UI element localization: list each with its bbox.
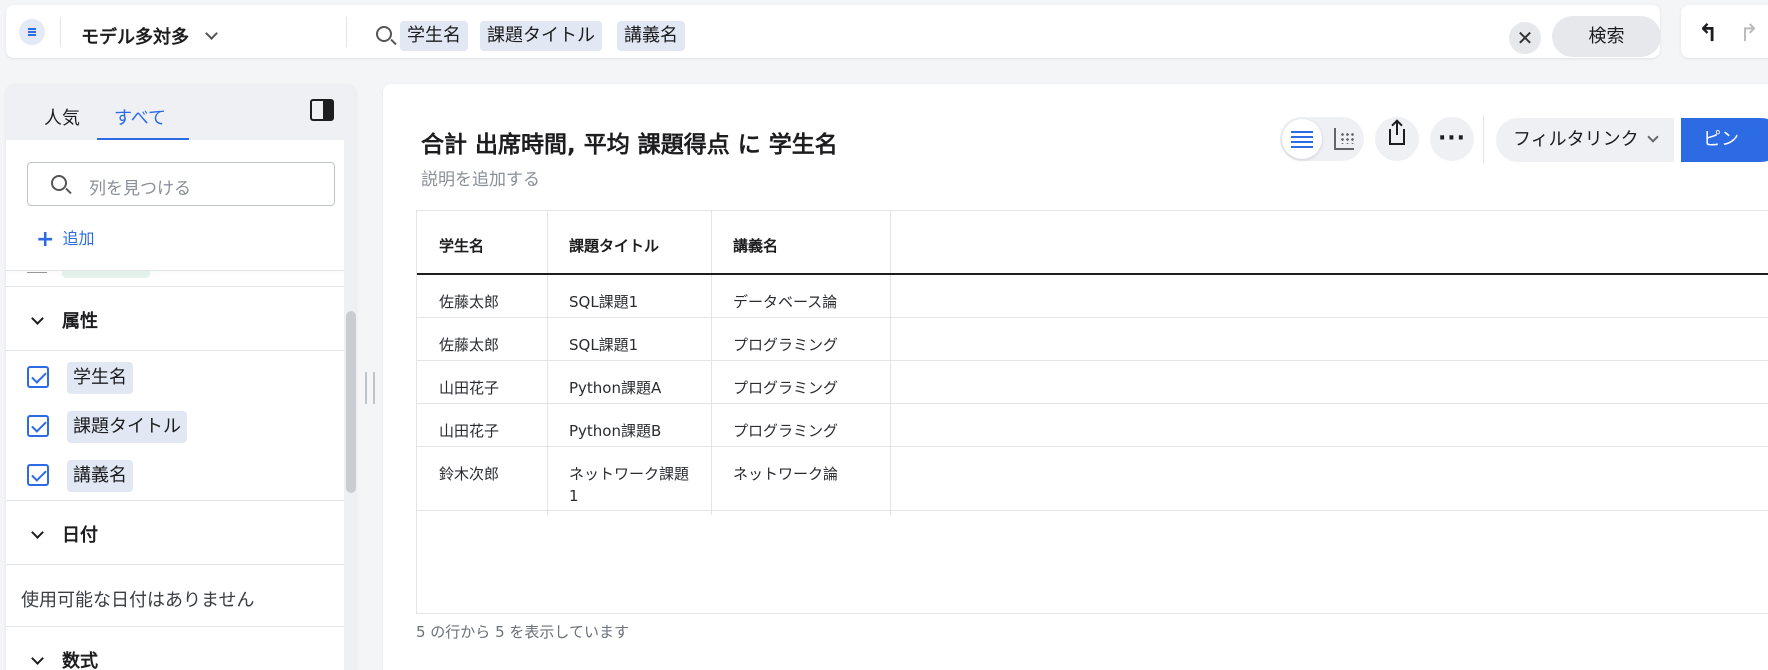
divider xyxy=(6,626,346,627)
section-attributes[interactable]: 属性 xyxy=(31,307,98,333)
chevron-down-icon xyxy=(31,312,44,325)
add-label: 追加 xyxy=(62,229,95,248)
checkbox-checked[interactable] xyxy=(27,366,49,388)
cell-lecture: プログラミング xyxy=(733,422,839,440)
chevron-down-icon xyxy=(31,652,44,665)
page-title[interactable]: 合計 出席時間, 平均 課題得点 に 学生名 xyxy=(421,125,838,159)
tab-all[interactable]: すべて xyxy=(114,104,166,130)
chevron-down-icon xyxy=(31,526,44,539)
checkbox-checked[interactable] xyxy=(27,464,49,486)
add-button[interactable]: + 追加 xyxy=(36,225,94,252)
model-title[interactable]: モデル多対多 xyxy=(81,23,189,49)
find-column-placeholder: 列を見つける xyxy=(89,179,191,199)
section-dates-label: 日付 xyxy=(62,525,98,546)
section-dates[interactable]: 日付 xyxy=(31,521,98,547)
cell-student: 佐藤太郎 xyxy=(439,336,500,354)
divider xyxy=(1483,115,1484,163)
cell-lecture: プログラミング xyxy=(733,336,839,354)
search-icon xyxy=(376,26,392,42)
checkbox-checked[interactable] xyxy=(27,415,49,437)
divider xyxy=(6,500,346,501)
no-dates-message: 使用可能な日付はありません xyxy=(21,590,255,611)
attribute-label: 学生名 xyxy=(67,362,133,394)
cell-student: 山田花子 xyxy=(439,379,500,397)
cell-lecture: プログラミング xyxy=(733,379,839,397)
section-formulas[interactable]: 数式 xyxy=(31,647,98,670)
cell-assignment: SQL課題1 xyxy=(569,293,639,311)
undo-icon[interactable]: ↰ xyxy=(1698,19,1718,47)
cell-lecture: ネットワーク論 xyxy=(733,465,839,483)
divider xyxy=(6,350,346,351)
column-header-assignment[interactable]: 課題タイトル xyxy=(569,235,659,256)
active-tab-indicator xyxy=(97,138,189,140)
column-header-student[interactable]: 学生名 xyxy=(439,235,484,256)
row-count: 5 の行から 5 を表示しています xyxy=(416,623,629,641)
chevron-down-icon xyxy=(1646,131,1659,143)
search-icon xyxy=(51,175,67,191)
search-chip-assignment[interactable]: 課題タイトル xyxy=(480,21,602,51)
cell-assignment: Python課題A xyxy=(569,379,662,397)
redo-icon[interactable]: ↱ xyxy=(1739,19,1759,47)
panel-tabs: 人気 すべて xyxy=(6,84,356,140)
column-header-lecture[interactable]: 講義名 xyxy=(733,235,778,256)
chart-view-icon[interactable] xyxy=(1334,128,1354,150)
answer-card: 合計 出席時間, 平均 課題得点 に 学生名 説明を追加する ··· フィルタリ… xyxy=(383,84,1768,670)
attribute-label: 講義名 xyxy=(67,460,133,492)
table-row[interactable]: 佐藤太郎 SQL課題1 データベース論 xyxy=(417,275,1768,318)
table-row[interactable]: 山田花子 Python課題B プログラミング xyxy=(417,404,1768,447)
share-button[interactable] xyxy=(1375,117,1419,161)
column-panel: 人気 すべて 列を見つける + 追加 属性 学生名 課題タイトル 講義名 日付 使… xyxy=(6,84,356,670)
table-view-icon[interactable] xyxy=(1282,119,1322,159)
cell-assignment: Python課題B xyxy=(569,422,662,440)
chevron-down-icon[interactable] xyxy=(205,27,218,40)
filter-link-label: フィルタリンク xyxy=(1513,129,1639,150)
section-attributes-label: 属性 xyxy=(62,311,98,332)
cell-student: 鈴木次郎 xyxy=(439,465,500,483)
table-row[interactable]: 鈴木次郎 ネットワーク課題1 ネットワーク論 xyxy=(417,447,1768,511)
section-formulas-label: 数式 xyxy=(62,651,98,670)
divider xyxy=(60,17,61,47)
partial-chip xyxy=(62,270,150,278)
panel-toggle-icon[interactable] xyxy=(310,99,334,121)
top-bar: モデル多対多 学生名 課題タイトル 講義名 ✕ 検索 xyxy=(6,5,1661,58)
pin-button[interactable]: ピン xyxy=(1681,118,1768,162)
divider xyxy=(6,270,346,271)
table-row[interactable]: 佐藤太郎 SQL課題1 プログラミング xyxy=(417,318,1768,361)
divider xyxy=(346,17,347,47)
cell-assignment: SQL課題1 xyxy=(569,336,639,354)
find-column-input[interactable]: 列を見つける xyxy=(27,162,335,206)
search-chip-student[interactable]: 学生名 xyxy=(400,21,468,51)
cell-student: 山田花子 xyxy=(439,422,500,440)
cell-lecture: データベース論 xyxy=(733,293,838,311)
search-chip-lecture[interactable]: 講義名 xyxy=(617,21,685,51)
menu-icon[interactable] xyxy=(19,19,45,45)
clear-icon[interactable]: ✕ xyxy=(1509,22,1541,54)
table-row[interactable]: 山田花子 Python課題A プログラミング xyxy=(417,361,1768,404)
tab-popular[interactable]: 人気 xyxy=(44,104,80,130)
attribute-label: 課題タイトル xyxy=(67,411,187,443)
share-icon xyxy=(1389,121,1405,145)
history-bar: ↰ ↱ xyxy=(1681,5,1768,58)
filter-link-button[interactable]: フィルタリンク xyxy=(1496,118,1674,162)
cell-assignment: ネットワーク課題1 xyxy=(569,465,690,505)
more-icon: ··· xyxy=(1437,126,1467,151)
more-button[interactable]: ··· xyxy=(1430,117,1474,161)
description-placeholder[interactable]: 説明を追加する xyxy=(421,165,540,190)
search-button[interactable]: 検索 xyxy=(1552,16,1661,57)
visualization-toggle xyxy=(1280,117,1364,161)
cell-student: 佐藤太郎 xyxy=(439,293,500,311)
panel-resize-handle[interactable] xyxy=(365,372,375,404)
divider xyxy=(6,564,346,565)
divider xyxy=(6,286,346,287)
table-header: 学生名 課題タイトル 講義名 xyxy=(417,211,1768,275)
scrollbar-thumb[interactable] xyxy=(346,311,356,493)
results-table: 学生名 課題タイトル 講義名 佐藤太郎 SQL課題1 データベース論 佐藤太郎 … xyxy=(416,210,1768,614)
plus-icon: + xyxy=(36,227,55,252)
